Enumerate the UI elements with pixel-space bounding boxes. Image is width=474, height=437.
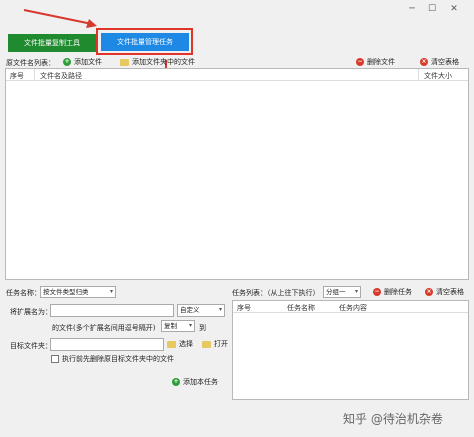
arrow-top xyxy=(23,9,93,25)
folder-icon xyxy=(120,58,129,66)
column-divider xyxy=(34,69,35,81)
folder-open-icon xyxy=(202,340,211,348)
extension-mode-select[interactable]: 自定义 ▾ xyxy=(177,304,225,317)
close-icon: × xyxy=(420,58,428,66)
close-icon: × xyxy=(425,288,433,296)
column-index: 序号 xyxy=(10,72,24,80)
column-index: 序号 xyxy=(237,304,251,312)
add-folder-button[interactable]: 添加文件夹中的文件 xyxy=(120,57,195,67)
extension-input[interactable] xyxy=(50,304,174,317)
task-list-table[interactable]: 序号 任务名称 任务内容 xyxy=(232,300,469,400)
table-header: 序号 任务名称 任务内容 xyxy=(233,301,468,313)
column-size: 文件大小 xyxy=(424,72,452,80)
column-task-content: 任务内容 xyxy=(339,304,367,312)
source-file-table[interactable]: 序号 文件名及路径 文件大小 xyxy=(5,68,469,280)
folder-icon xyxy=(167,340,176,348)
delete-file-button[interactable]: − 删除文件 xyxy=(356,57,395,67)
clear-source-table-button[interactable]: × 清空表格 xyxy=(420,57,459,67)
add-file-button[interactable]: + 添加文件 xyxy=(63,57,102,67)
task-name-select[interactable]: 按文件类型归类 ▾ xyxy=(40,286,116,298)
add-task-button[interactable]: + 添加本任务 xyxy=(172,377,218,387)
checkbox-box xyxy=(51,355,59,363)
delete-before-checkbox[interactable]: 执行前先删除原目标文件夹中的文件 xyxy=(51,354,174,364)
table-header: 序号 文件名及路径 文件大小 xyxy=(6,69,468,81)
arrow-top-head xyxy=(86,19,97,28)
chevron-down-icon: ▾ xyxy=(109,288,113,295)
choose-folder-button[interactable]: 选择 xyxy=(167,339,193,349)
delete-icon: − xyxy=(356,58,364,66)
plus-icon: + xyxy=(63,58,71,66)
source-list-label: 原文件名列表： xyxy=(6,59,55,67)
extension-label: 将扩展名为： xyxy=(10,308,52,316)
delete-icon: − xyxy=(373,288,381,296)
chevron-down-icon: ▾ xyxy=(354,288,358,295)
extension-hint: 的文件(多个扩展名间用逗号隔开) xyxy=(52,324,156,332)
chevron-down-icon: ▾ xyxy=(188,322,192,329)
delete-task-button[interactable]: − 删除任务 xyxy=(373,287,412,297)
operation-select[interactable]: 复制 ▾ xyxy=(161,320,195,332)
target-folder-input[interactable] xyxy=(50,338,164,351)
operation-suffix: 到 xyxy=(199,324,206,332)
column-path: 文件名及路径 xyxy=(40,72,82,80)
task-list-label: 任务列表：（从上往下执行） xyxy=(232,289,320,297)
column-task-name: 任务名称 xyxy=(287,304,315,312)
group-select[interactable]: 分组一 ▾ xyxy=(323,286,361,298)
column-divider xyxy=(418,69,419,81)
chevron-down-icon: ▾ xyxy=(218,306,222,313)
watermark: 知乎 @待治机杂卷 xyxy=(343,412,443,426)
plus-icon: + xyxy=(172,378,180,386)
clear-task-table-button[interactable]: × 清空表格 xyxy=(425,287,464,297)
task-name-label: 任务名称： xyxy=(6,289,41,297)
target-folder-label: 目标文件夹： xyxy=(10,342,52,350)
open-folder-button[interactable]: 打开 xyxy=(202,339,228,349)
